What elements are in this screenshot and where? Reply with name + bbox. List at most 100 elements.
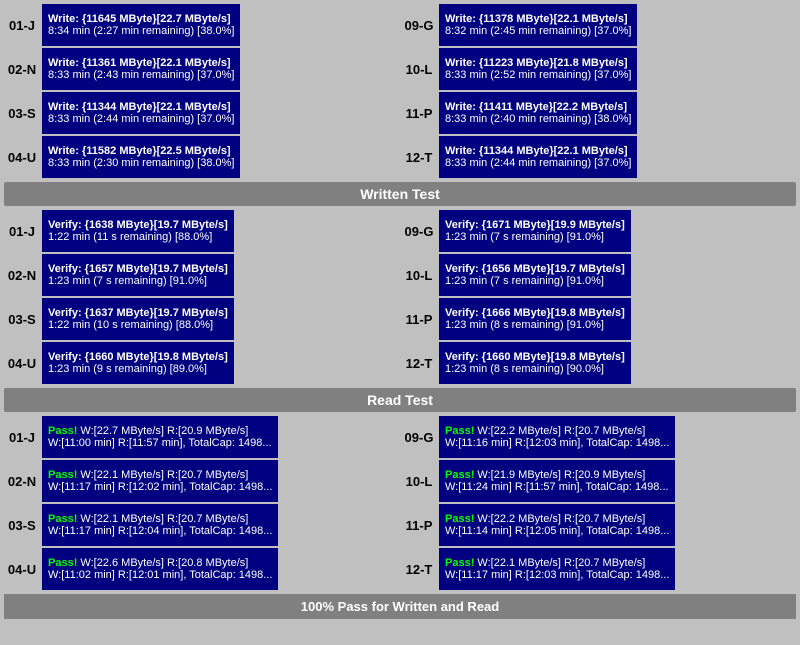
device-id-09g: 09-G [401,4,437,46]
table-row: 01-J Write: {11645 MByte}[22.7 MByte/s] … [4,4,399,46]
verify-id-02n: 02-N [4,254,40,296]
pass-card-12t: Pass! W:[22.1 MByte/s] R:[20.7 MByte/s] … [439,548,675,590]
pass-id-10l: 10-L [401,460,437,502]
pass-line2-04u: W:[11:02 min] R:[12:01 min], TotalCap: 1… [48,569,272,581]
table-row: 11-P Write: {11411 MByte}[22.2 MByte/s] … [401,92,796,134]
table-row: 11-P Verify: {1666 MByte}[19.8 MByte/s] … [401,298,796,340]
write-card-12t: Write: {11344 MByte}[22.1 MByte/s] 8:33 … [439,136,637,178]
verify-id-12t: 12-T [401,342,437,384]
write-line1-09g: Write: {11378 MByte}[22.1 MByte/s] [445,13,631,25]
pass-id-02n: 02-N [4,460,40,502]
table-row: 09-G Verify: {1671 MByte}[19.9 MByte/s] … [401,210,796,252]
table-row: 10-L Pass! W:[21.9 MByte/s] R:[20.9 MByt… [401,460,796,502]
verify-line1-11p: Verify: {1666 MByte}[19.8 MByte/s] [445,307,625,319]
verify-id-03s: 03-S [4,298,40,340]
pass-card-03s: Pass! W:[22.1 MByte/s] R:[20.7 MByte/s] … [42,504,278,546]
pass-card-04u: Pass! W:[22.6 MByte/s] R:[20.8 MByte/s] … [42,548,278,590]
device-id-02n: 02-N [4,48,40,90]
verify-line2-01j: 1:22 min (11 s remaining) [88.0%] [48,231,228,243]
verify-line2-12t: 1:23 min (8 s remaining) [90.0%] [445,363,625,375]
main-container: 01-J Write: {11645 MByte}[22.7 MByte/s] … [0,0,800,623]
pass-line2-10l: W:[11:24 min] R:[11:57 min], TotalCap: 1… [445,481,669,493]
table-row: 12-T Write: {11344 MByte}[22.1 MByte/s] … [401,136,796,178]
verify-section: 01-J Verify: {1638 MByte}[19.7 MByte/s] … [4,210,796,384]
write-left-col: 01-J Write: {11645 MByte}[22.7 MByte/s] … [4,4,399,178]
pass-line2-03s: W:[11:17 min] R:[12:04 min], TotalCap: 1… [48,525,272,537]
device-id-10l: 10-L [401,48,437,90]
verify-line1-04u: Verify: {1660 MByte}[19.8 MByte/s] [48,351,228,363]
verify-id-10l: 10-L [401,254,437,296]
write-card-09g: Write: {11378 MByte}[22.1 MByte/s] 8:32 … [439,4,637,46]
device-id-03s: 03-S [4,92,40,134]
write-section: 01-J Write: {11645 MByte}[22.7 MByte/s] … [4,4,796,178]
verify-id-11p: 11-P [401,298,437,340]
write-line2-01j: 8:34 min (2:27 min remaining) [38.0%] [48,25,234,37]
write-card-02n: Write: {11361 MByte}[22.1 MByte/s] 8:33 … [42,48,240,90]
write-card-01j: Write: {11645 MByte}[22.7 MByte/s] 8:34 … [42,4,240,46]
write-card-11p: Write: {11411 MByte}[22.2 MByte/s] 8:33 … [439,92,637,134]
pass-line1-10l: Pass! W:[21.9 MByte/s] R:[20.9 MByte/s] [445,469,669,481]
pass-line1-02n: Pass! W:[22.1 MByte/s] R:[20.7 MByte/s] [48,469,272,481]
table-row: 02-N Write: {11361 MByte}[22.1 MByte/s] … [4,48,399,90]
table-row: 04-U Verify: {1660 MByte}[19.8 MByte/s] … [4,342,399,384]
pass-line2-11p: W:[11:14 min] R:[12:05 min], TotalCap: 1… [445,525,669,537]
pass-card-09g: Pass! W:[22.2 MByte/s] R:[20.7 MByte/s] … [439,416,675,458]
write-card-10l: Write: {11223 MByte}[21.8 MByte/s] 8:33 … [439,48,637,90]
device-id-11p: 11-P [401,92,437,134]
write-line2-12t: 8:33 min (2:44 min remaining) [37.0%] [445,157,631,169]
write-line1-11p: Write: {11411 MByte}[22.2 MByte/s] [445,101,631,113]
device-id-04u: 04-U [4,136,40,178]
table-row: 03-S Verify: {1637 MByte}[19.7 MByte/s] … [4,298,399,340]
write-line2-10l: 8:33 min (2:52 min remaining) [37.0%] [445,69,631,81]
verify-line2-03s: 1:22 min (10 s remaining) [88.0%] [48,319,228,331]
verify-card-01j: Verify: {1638 MByte}[19.7 MByte/s] 1:22 … [42,210,234,252]
verify-id-04u: 04-U [4,342,40,384]
pass-card-02n: Pass! W:[22.1 MByte/s] R:[20.7 MByte/s] … [42,460,278,502]
table-row: 11-P Pass! W:[22.2 MByte/s] R:[20.7 MByt… [401,504,796,546]
device-id-12t: 12-T [401,136,437,178]
verify-card-03s: Verify: {1637 MByte}[19.7 MByte/s] 1:22 … [42,298,234,340]
read-test-header: Read Test [4,388,796,412]
table-row: 12-T Verify: {1660 MByte}[19.8 MByte/s] … [401,342,796,384]
verify-line2-02n: 1:23 min (7 s remaining) [91.0%] [48,275,228,287]
table-row: 09-G Pass! W:[22.2 MByte/s] R:[20.7 MByt… [401,416,796,458]
pass-id-12t: 12-T [401,548,437,590]
verify-id-09g: 09-G [401,210,437,252]
write-line1-04u: Write: {11582 MByte}[22.5 MByte/s] [48,145,234,157]
verify-card-04u: Verify: {1660 MByte}[19.8 MByte/s] 1:23 … [42,342,234,384]
table-row: 02-N Pass! W:[22.1 MByte/s] R:[20.7 MByt… [4,460,399,502]
pass-line2-02n: W:[11:17 min] R:[12:02 min], TotalCap: 1… [48,481,272,493]
verify-right-col: 09-G Verify: {1671 MByte}[19.9 MByte/s] … [401,210,796,384]
pass-card-10l: Pass! W:[21.9 MByte/s] R:[20.9 MByte/s] … [439,460,675,502]
write-line1-12t: Write: {11344 MByte}[22.1 MByte/s] [445,145,631,157]
pass-id-09g: 09-G [401,416,437,458]
table-row: 03-S Write: {11344 MByte}[22.1 MByte/s] … [4,92,399,134]
table-row: 09-G Write: {11378 MByte}[22.1 MByte/s] … [401,4,796,46]
verify-line1-09g: Verify: {1671 MByte}[19.9 MByte/s] [445,219,625,231]
device-id-01j: 01-J [4,4,40,46]
pass-section: 01-J Pass! W:[22.7 MByte/s] R:[20.9 MByt… [4,416,796,590]
verify-left-col: 01-J Verify: {1638 MByte}[19.7 MByte/s] … [4,210,399,384]
pass-card-11p: Pass! W:[22.2 MByte/s] R:[20.7 MByte/s] … [439,504,675,546]
pass-id-04u: 04-U [4,548,40,590]
verify-line1-10l: Verify: {1656 MByte}[19.7 MByte/s] [445,263,625,275]
pass-line2-01j: W:[11:00 min] R:[11:57 min], TotalCap: 1… [48,437,272,449]
pass-line2-09g: W:[11:16 min] R:[12:03 min], TotalCap: 1… [445,437,669,449]
verify-id-01j: 01-J [4,210,40,252]
write-line1-10l: Write: {11223 MByte}[21.8 MByte/s] [445,57,631,69]
verify-card-12t: Verify: {1660 MByte}[19.8 MByte/s] 1:23 … [439,342,631,384]
write-line1-01j: Write: {11645 MByte}[22.7 MByte/s] [48,13,234,25]
write-card-04u: Write: {11582 MByte}[22.5 MByte/s] 8:33 … [42,136,240,178]
table-row: 01-J Verify: {1638 MByte}[19.7 MByte/s] … [4,210,399,252]
verify-line2-11p: 1:23 min (8 s remaining) [91.0%] [445,319,625,331]
pass-line1-09g: Pass! W:[22.2 MByte/s] R:[20.7 MByte/s] [445,425,669,437]
verify-card-10l: Verify: {1656 MByte}[19.7 MByte/s] 1:23 … [439,254,631,296]
verify-line1-01j: Verify: {1638 MByte}[19.7 MByte/s] [48,219,228,231]
write-line2-11p: 8:33 min (2:40 min remaining) [38.0%] [445,113,631,125]
verify-line1-12t: Verify: {1660 MByte}[19.8 MByte/s] [445,351,625,363]
pass-id-11p: 11-P [401,504,437,546]
footer-status: 100% Pass for Written and Read [4,594,796,619]
write-line2-03s: 8:33 min (2:44 min remaining) [37.0%] [48,113,234,125]
table-row: 10-L Write: {11223 MByte}[21.8 MByte/s] … [401,48,796,90]
pass-line2-12t: W:[11:17 min] R:[12:03 min], TotalCap: 1… [445,569,669,581]
